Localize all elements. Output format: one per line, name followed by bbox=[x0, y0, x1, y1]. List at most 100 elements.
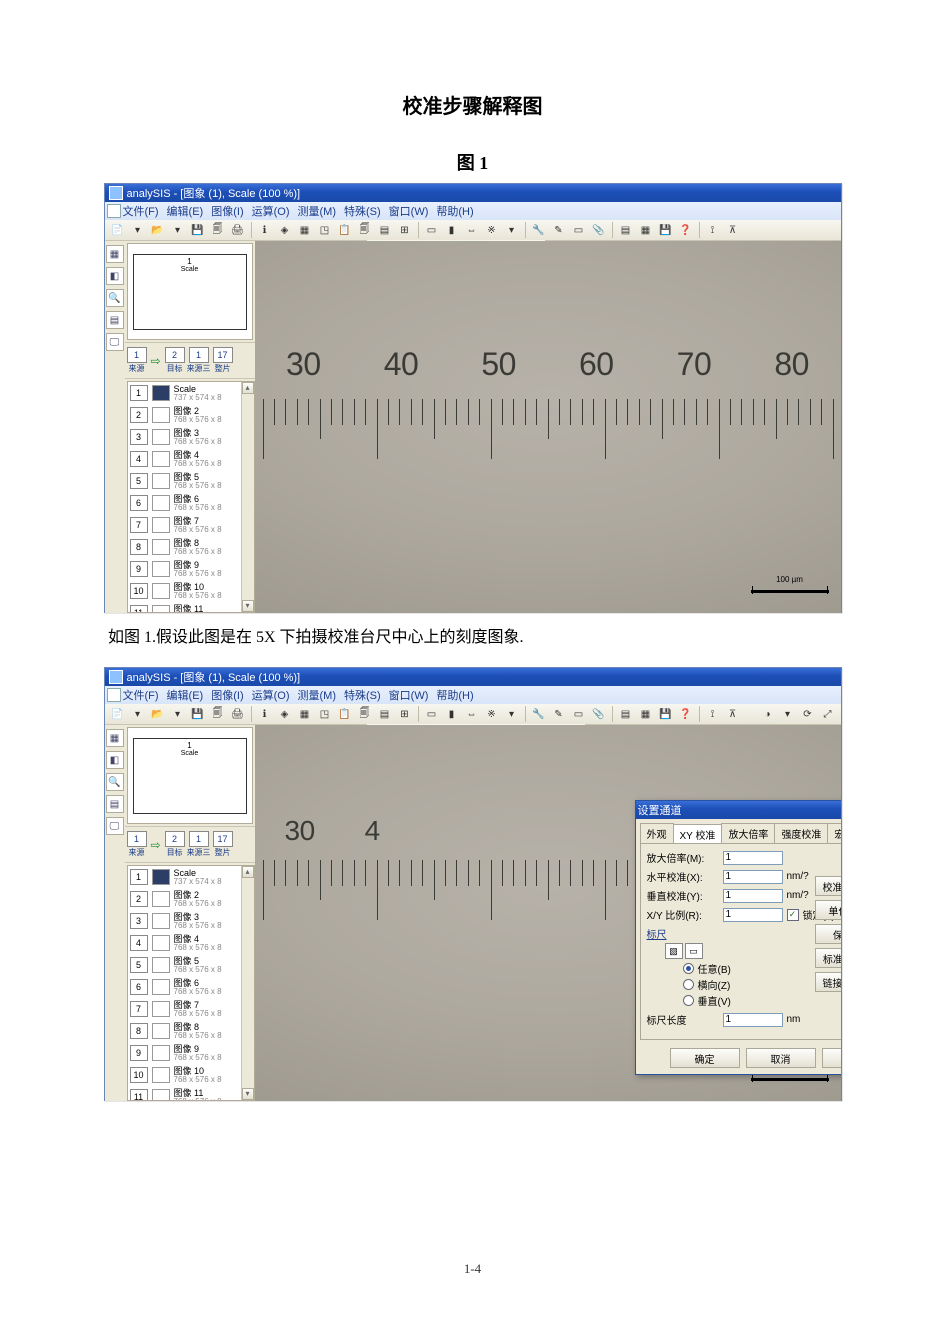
panel-tab-3[interactable]: 1来源三 bbox=[187, 831, 211, 858]
toolbar-button-28[interactable]: ▤ bbox=[617, 221, 635, 239]
dialog-tab-4[interactable]: 宏 bbox=[827, 823, 840, 843]
toolbar-button-6[interactable]: 🖨 bbox=[229, 705, 247, 723]
toolbar-button-13[interactable]: 🗐 bbox=[356, 221, 374, 239]
input-scale-length[interactable]: 1 bbox=[723, 1013, 783, 1027]
menu-calc[interactable]: 运算(O) bbox=[252, 203, 290, 219]
vbtn-grid-icon[interactable]: ▦ bbox=[106, 245, 124, 263]
scrollbar[interactable]: ▴ ▾ bbox=[241, 866, 254, 1100]
toolbar-button-5[interactable]: 🗐 bbox=[209, 705, 227, 723]
list-item[interactable]: 4图像 4768 x 576 x 8 bbox=[128, 448, 254, 470]
toolbar-button-9[interactable]: ◈ bbox=[276, 705, 294, 723]
toolbar-button-17[interactable]: ▭ bbox=[423, 221, 441, 239]
list-item[interactable]: 7图像 7768 x 576 x 8 bbox=[128, 514, 254, 536]
menu-help[interactable]: 帮助(H) bbox=[436, 687, 473, 703]
toolbar-button-5[interactable]: 🗐 bbox=[209, 221, 227, 239]
toolbar-button-3[interactable]: ▾ bbox=[169, 705, 187, 723]
list-item[interactable]: 5图像 5768 x 576 x 8 bbox=[128, 470, 254, 492]
radio-row[interactable]: 垂直(V) bbox=[683, 993, 841, 1008]
toolbar-extra-a[interactable]: ⟟ bbox=[704, 221, 722, 239]
panel-tab-4[interactable]: 17整片 bbox=[213, 347, 233, 374]
list-item[interactable]: 2图像 2768 x 576 x 8 bbox=[128, 404, 254, 426]
toolbar-button-19[interactable]: ⇔ bbox=[463, 705, 481, 723]
ok-button[interactable]: 确定 bbox=[670, 1048, 740, 1068]
help-button[interactable]: 帮助 bbox=[822, 1048, 841, 1068]
toolbar-button-18[interactable]: ▮ bbox=[443, 221, 461, 239]
toolbar-button-2[interactable]: 📂 bbox=[149, 705, 167, 723]
vbtn-monitor-icon[interactable]: 🖵 bbox=[106, 817, 124, 835]
vbtn-grid-icon[interactable]: ▦ bbox=[106, 729, 124, 747]
list-item[interactable]: 1Scale737 x 574 x 8 bbox=[128, 382, 254, 404]
toolbar-button-8[interactable]: ℹ bbox=[256, 221, 274, 239]
image-viewport[interactable]: 304050607080 100 µm bbox=[255, 241, 841, 613]
scrollbar[interactable]: ▴ ▾ bbox=[241, 382, 254, 612]
toolbar-extra-b[interactable]: ⊼ bbox=[724, 705, 742, 723]
panel-tab-2[interactable]: 2目标 bbox=[165, 347, 185, 374]
dialog-titlebar[interactable]: 设置通道 ✕ bbox=[636, 801, 841, 819]
orient-box-icon[interactable]: ▭ bbox=[685, 943, 703, 959]
list-item[interactable]: 9图像 9768 x 576 x 8 bbox=[128, 558, 254, 580]
toolbar-button-31[interactable]: ❓ bbox=[677, 705, 695, 723]
toolbar-button-21[interactable]: ▾ bbox=[503, 221, 521, 239]
list-item[interactable]: 11图像 11768 x 576 x 8 bbox=[128, 602, 254, 613]
dialog-side-button-2[interactable]: 保存(S) bbox=[815, 924, 841, 944]
list-item[interactable]: 5图像 5768 x 576 x 8 bbox=[128, 954, 254, 976]
toolbar-button-23[interactable]: 🔧 bbox=[530, 221, 548, 239]
toolbar-button-26[interactable]: 📎 bbox=[590, 221, 608, 239]
image-list[interactable]: 1Scale737 x 574 x 82图像 2768 x 576 x 83图像… bbox=[127, 381, 255, 613]
toolbar-button-8[interactable]: ℹ bbox=[256, 705, 274, 723]
menu-calc[interactable]: 运算(O) bbox=[252, 687, 290, 703]
dialog-tab-3[interactable]: 强度校准 bbox=[774, 823, 828, 843]
dialog-tab-0[interactable]: 外观 bbox=[640, 823, 674, 843]
toolbar-button-12[interactable]: 📋 bbox=[336, 705, 354, 723]
toolbar-button-24[interactable]: ✎ bbox=[550, 221, 568, 239]
list-item[interactable]: 11图像 11768 x 576 x 8 bbox=[128, 1086, 254, 1101]
dialog-side-button-1[interactable]: 单位(U)... bbox=[815, 900, 841, 920]
menu-edit[interactable]: 编辑(E) bbox=[167, 203, 204, 219]
toolbar-right-2[interactable]: ⟳ bbox=[799, 705, 817, 723]
toolbar-button-13[interactable]: 🗐 bbox=[356, 705, 374, 723]
toolbar-button-10[interactable]: ▦ bbox=[296, 705, 314, 723]
toolbar-button-15[interactable]: ⊞ bbox=[396, 705, 414, 723]
input-horizontal[interactable]: 1 bbox=[723, 870, 783, 884]
toolbar-button-11[interactable]: ◳ bbox=[316, 705, 334, 723]
toolbar-button-28[interactable]: ▤ bbox=[617, 705, 635, 723]
panel-tab-0[interactable]: 1来源 bbox=[127, 831, 147, 858]
toolbar-button-19[interactable]: ⇔ bbox=[463, 221, 481, 239]
list-item[interactable]: 1Scale737 x 574 x 8 bbox=[128, 866, 254, 888]
input-magnification[interactable]: 1 bbox=[723, 851, 783, 865]
toolbar-right-1[interactable]: ▾ bbox=[779, 705, 797, 723]
vbtn-panel-icon[interactable]: ◧ bbox=[106, 267, 124, 285]
toolbar-button-1[interactable]: ▾ bbox=[129, 221, 147, 239]
scroll-down-icon[interactable]: ▾ bbox=[242, 600, 254, 612]
toolbar-button-3[interactable]: ▾ bbox=[169, 221, 187, 239]
toolbar-button-31[interactable]: ❓ bbox=[677, 221, 695, 239]
toolbar-button-4[interactable]: 💾 bbox=[189, 705, 207, 723]
toolbar-button-30[interactable]: 💾 bbox=[657, 705, 675, 723]
scroll-down-icon[interactable]: ▾ bbox=[242, 1088, 254, 1100]
toolbar-button-14[interactable]: ▤ bbox=[376, 705, 394, 723]
toolbar-button-4[interactable]: 💾 bbox=[189, 221, 207, 239]
image-list[interactable]: 1Scale737 x 574 x 82图像 2768 x 576 x 83图像… bbox=[127, 865, 255, 1101]
menu-image[interactable]: 图像(I) bbox=[211, 203, 243, 219]
toolbar-button-29[interactable]: ▦ bbox=[637, 705, 655, 723]
toolbar-button-29[interactable]: ▦ bbox=[637, 221, 655, 239]
list-item[interactable]: 6图像 6768 x 576 x 8 bbox=[128, 976, 254, 998]
toolbar-button-10[interactable]: ▦ bbox=[296, 221, 314, 239]
list-item[interactable]: 10图像 10768 x 576 x 8 bbox=[128, 1064, 254, 1086]
menu-edit[interactable]: 编辑(E) bbox=[167, 687, 204, 703]
list-item[interactable]: 8图像 8768 x 576 x 8 bbox=[128, 536, 254, 558]
toolbar-button-15[interactable]: ⊞ bbox=[396, 221, 414, 239]
vbtn-doc-icon[interactable]: ▤ bbox=[106, 311, 124, 329]
toolbar-button-17[interactable]: ▭ bbox=[423, 705, 441, 723]
list-item[interactable]: 10图像 10768 x 576 x 8 bbox=[128, 580, 254, 602]
toolbar-button-21[interactable]: ▾ bbox=[503, 705, 521, 723]
vbtn-search-icon[interactable]: 🔍 bbox=[106, 289, 124, 307]
list-item[interactable]: 2图像 2768 x 576 x 8 bbox=[128, 888, 254, 910]
list-item[interactable]: 3图像 3768 x 576 x 8 bbox=[128, 426, 254, 448]
toolbar-right-0[interactable]: ◑ bbox=[759, 705, 777, 723]
list-item[interactable]: 6图像 6768 x 576 x 8 bbox=[128, 492, 254, 514]
toolbar-extra-b[interactable]: ⊼ bbox=[724, 221, 742, 239]
toolbar-button-14[interactable]: ▤ bbox=[376, 221, 394, 239]
toolbar-button-9[interactable]: ◈ bbox=[276, 221, 294, 239]
panel-tab-3[interactable]: 1来源三 bbox=[187, 347, 211, 374]
